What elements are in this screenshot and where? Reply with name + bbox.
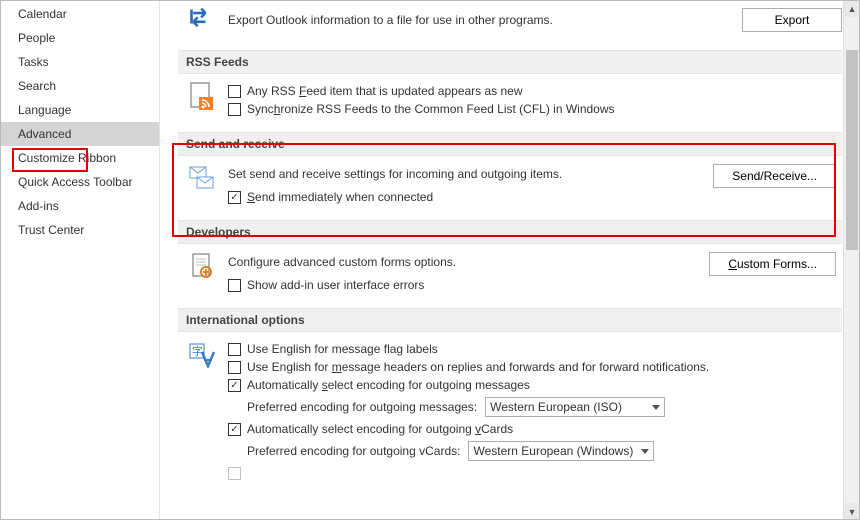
rss-updated-checkbox[interactable]: [228, 85, 241, 98]
scroll-up-arrow[interactable]: ▲: [844, 0, 860, 17]
rss-icon: [188, 82, 216, 110]
rss-header: RSS Feeds: [178, 50, 842, 74]
english-headers-checkbox[interactable]: [228, 361, 241, 374]
rss-sync-checkbox[interactable]: [228, 103, 241, 116]
content-pane: Export Outlook information to a file for…: [160, 0, 860, 520]
forms-icon: [188, 252, 216, 280]
sidebar-item-search[interactable]: Search: [0, 74, 159, 98]
show-addin-errors-label: Show add-in user interface errors: [247, 278, 424, 292]
intl-header: International options: [178, 308, 842, 332]
send-immediately-checkbox[interactable]: ✓: [228, 191, 241, 204]
auto-encoding-messages-checkbox[interactable]: ✓: [228, 379, 241, 392]
export-desc: Export Outlook information to a file for…: [228, 13, 730, 27]
sidebar: Calendar People Tasks Search Language Ad…: [0, 0, 160, 520]
auto-encoding-vcards-label: Automatically select encoding for outgoi…: [247, 422, 513, 436]
export-icon: [188, 6, 216, 34]
sidebar-item-advanced[interactable]: Advanced: [0, 122, 159, 146]
svg-text:字: 字: [192, 344, 203, 358]
english-flag-labels-label: Use English for message flag labels: [247, 342, 438, 356]
rss-sync-label: Synchronize RSS Feeds to the Common Feed…: [247, 102, 615, 116]
sidebar-item-customize-ribbon[interactable]: Customize Ribbon: [0, 146, 159, 170]
developers-desc: Configure advanced custom forms options.: [228, 255, 697, 269]
english-headers-label: Use English for message headers on repli…: [247, 360, 709, 374]
encoding-messages-select[interactable]: Western European (ISO): [485, 397, 665, 417]
sendreceive-desc: Set send and receive settings for incomi…: [228, 167, 701, 181]
english-flag-labels-checkbox[interactable]: [228, 343, 241, 356]
sidebar-item-tasks[interactable]: Tasks: [0, 50, 159, 74]
rss-updated-label: Any RSS Feed item that is updated appear…: [247, 84, 523, 98]
partial-label: [247, 466, 250, 480]
sidebar-item-language[interactable]: Language: [0, 98, 159, 122]
developers-header: Developers: [178, 220, 842, 244]
scroll-thumb[interactable]: [846, 50, 858, 250]
sidebar-item-quick-access-toolbar[interactable]: Quick Access Toolbar: [0, 170, 159, 194]
show-addin-errors-checkbox[interactable]: [228, 279, 241, 292]
encoding-messages-label: Preferred encoding for outgoing messages…: [247, 400, 477, 414]
sendreceive-header: Send and receive: [178, 132, 842, 156]
custom-forms-button[interactable]: Custom Forms...: [709, 252, 836, 276]
sidebar-item-calendar[interactable]: Calendar: [0, 2, 159, 26]
vertical-scrollbar[interactable]: ▲ ▼: [843, 0, 860, 520]
sidebar-item-people[interactable]: People: [0, 26, 159, 50]
send-immediately-label: Send immediately when connected: [247, 190, 433, 204]
scroll-down-arrow[interactable]: ▼: [844, 503, 860, 520]
sendreceive-button[interactable]: Send/Receive...: [713, 164, 836, 188]
encoding-vcards-label: Preferred encoding for outgoing vCards:: [247, 444, 460, 458]
sidebar-item-add-ins[interactable]: Add-ins: [0, 194, 159, 218]
export-button[interactable]: Export: [742, 8, 842, 32]
sendreceive-icon: [188, 164, 216, 192]
partial-checkbox[interactable]: [228, 467, 241, 480]
auto-encoding-messages-label: Automatically select encoding for outgoi…: [247, 378, 530, 392]
auto-encoding-vcards-checkbox[interactable]: ✓: [228, 423, 241, 436]
intl-icon: 字: [188, 340, 216, 368]
encoding-vcards-select[interactable]: Western European (Windows): [468, 441, 654, 461]
sidebar-item-trust-center[interactable]: Trust Center: [0, 218, 159, 242]
